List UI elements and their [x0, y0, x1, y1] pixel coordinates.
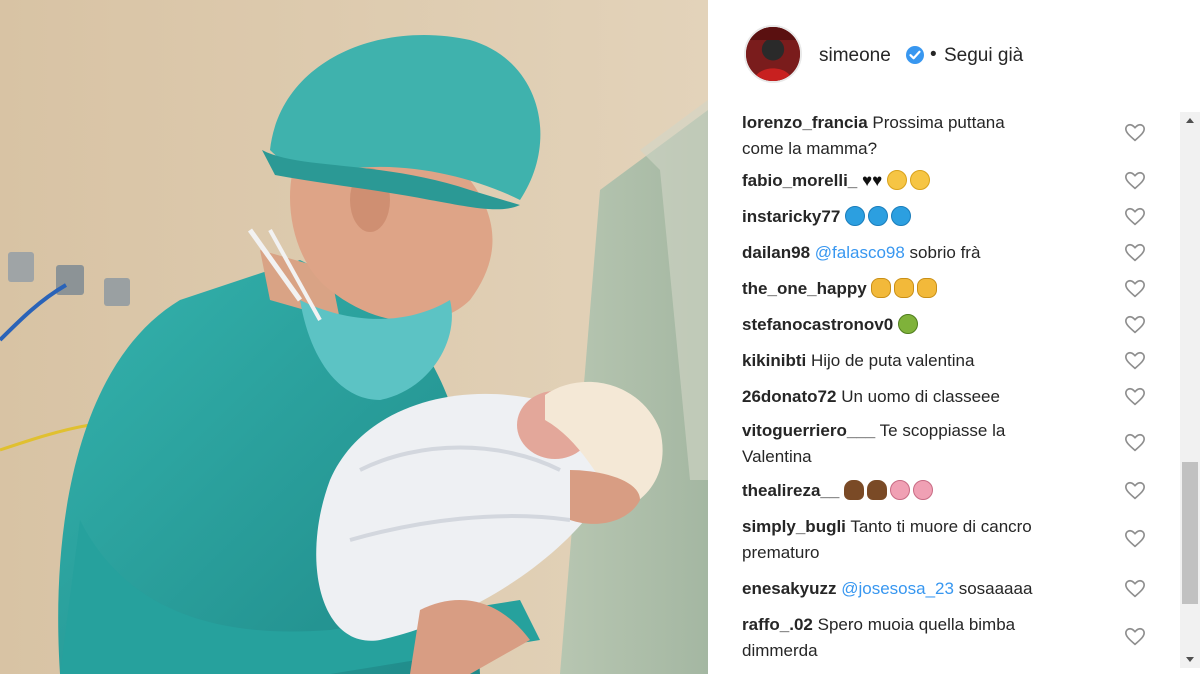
comment-text: Prossima puttana: [872, 113, 1005, 132]
comment: fabio_morelli_ ♥♥: [742, 168, 1180, 194]
comment-username[interactable]: fabio_morelli_: [742, 171, 857, 190]
heart-icon[interactable]: [1124, 242, 1146, 264]
comment-text: sosaaaaa: [958, 579, 1033, 598]
comment: the_one_happy: [742, 276, 1180, 302]
comment-username[interactable]: the_one_happy: [742, 279, 867, 298]
comment-username[interactable]: enesakyuzz: [742, 579, 837, 598]
comment-text: Hijo de puta valentina: [810, 351, 975, 370]
comment-text: Spero muoia quella bimba: [817, 615, 1016, 634]
pig-emoji: [890, 480, 911, 500]
comment: vitoguerriero___ Te scoppiasse la Valent…: [742, 418, 1180, 470]
comment-username[interactable]: simply_bugli: [742, 517, 846, 536]
comment-username[interactable]: raffo_.02: [742, 615, 813, 634]
comment-text-continued: Valentina: [742, 447, 812, 466]
poop-emoji: [867, 480, 888, 500]
comment-mention[interactable]: @josesosa_23: [841, 579, 954, 598]
heart-icon[interactable]: [1124, 350, 1146, 372]
heart-icon[interactable]: [1124, 278, 1146, 300]
nauseated-face-emoji: [897, 314, 918, 334]
comments-scrollbar[interactable]: [1180, 112, 1200, 668]
poop-emoji: [844, 480, 865, 500]
clap-emoji: [871, 278, 892, 298]
heart-icon[interactable]: [1124, 314, 1146, 336]
wall-outlet: [104, 278, 130, 306]
wall-outlet: [8, 252, 34, 282]
comment: lorenzo_francia Prossima puttana come la…: [742, 112, 1180, 162]
comment-username[interactable]: instaricky77: [742, 207, 840, 226]
comment-text-continued: come la mamma?: [742, 139, 878, 158]
scroll-down-arrow-icon[interactable]: [1180, 650, 1200, 668]
comment: enesakyuzz @josesosa_23 sosaaaaa: [742, 576, 1180, 602]
post-photo: [0, 0, 708, 674]
comment-mention[interactable]: @falasco98: [815, 243, 905, 262]
comment-username[interactable]: vitoguerriero___: [742, 421, 875, 440]
comment: thealireza__: [742, 478, 1180, 504]
instagram-post: simeone • Segui già lorenzo_francia Pros…: [0, 0, 1200, 674]
heart-icon[interactable]: [1124, 122, 1146, 144]
comment: stefanocastronov0: [742, 312, 1180, 338]
comment-username[interactable]: 26donato72: [742, 387, 836, 406]
comment-text: ♥♥: [862, 171, 883, 190]
comment: dailan98 @falasco98 sobrio frà: [742, 240, 1180, 266]
comment-username[interactable]: lorenzo_francia: [742, 113, 868, 132]
avatar[interactable]: [744, 25, 802, 83]
scroll-up-arrow-icon[interactable]: [1180, 112, 1200, 130]
comment: 26donato72 Un uomo di classeee: [742, 384, 1180, 410]
comment: instaricky77: [742, 204, 1180, 230]
comment-text: sobrio frà: [909, 243, 981, 262]
clap-emoji: [917, 278, 938, 298]
heart-icon[interactable]: [1124, 578, 1146, 600]
heart-icon[interactable]: [1124, 432, 1146, 454]
post-header: simeone • Segui già: [708, 0, 1200, 112]
comment-username[interactable]: dailan98: [742, 243, 810, 262]
blue-circle-emoji: [891, 206, 912, 226]
smile-emoji: [909, 170, 930, 190]
follow-status-button[interactable]: Segui già: [944, 45, 1023, 67]
comment-username[interactable]: thealireza__: [742, 481, 839, 500]
comments-panel: simeone • Segui già lorenzo_francia Pros…: [708, 0, 1200, 674]
heart-icon[interactable]: [1124, 206, 1146, 228]
comment-text: Un uomo di classeee: [841, 387, 1000, 406]
comment-username[interactable]: kikinibti: [742, 351, 806, 370]
comment-text: Te scoppiasse la: [879, 421, 1006, 440]
heart-icon[interactable]: [1124, 386, 1146, 408]
avatar-image: [746, 27, 800, 81]
heart-icon[interactable]: [1124, 626, 1146, 648]
blue-circle-emoji: [868, 206, 889, 226]
blue-circle-emoji: [845, 206, 866, 226]
comment-text-continued: prematuro: [742, 543, 820, 562]
pig-emoji: [913, 480, 934, 500]
comment-username[interactable]: stefanocastronov0: [742, 315, 893, 334]
comments-list: lorenzo_francia Prossima puttana come la…: [708, 112, 1180, 668]
scrollbar-thumb[interactable]: [1182, 462, 1198, 604]
comment-text-continued: dimmerda: [742, 641, 818, 660]
smile-emoji: [886, 170, 907, 190]
username[interactable]: simeone: [819, 45, 891, 67]
heart-icon[interactable]: [1124, 480, 1146, 502]
comment: simply_bugli Tanto ti muore di cancro pr…: [742, 514, 1180, 566]
heart-icon[interactable]: [1124, 528, 1146, 550]
comment: kikinibti Hijo de puta valentina: [742, 348, 1180, 374]
comment-text: Tanto ti muore di cancro: [850, 517, 1032, 536]
clap-emoji: [894, 278, 915, 298]
comment: raffo_.02 Spero muoia quella bimba dimme…: [742, 612, 1180, 664]
verified-badge-icon: [906, 46, 924, 64]
photo-illustration: [0, 0, 708, 674]
heart-icon[interactable]: [1124, 170, 1146, 192]
separator-dot: •: [930, 44, 937, 65]
